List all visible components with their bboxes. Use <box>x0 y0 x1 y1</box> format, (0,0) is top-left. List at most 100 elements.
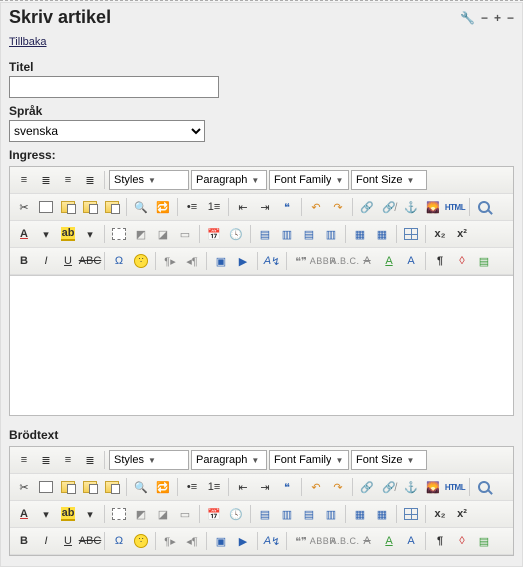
styleprops-icon[interactable]: A↯ <box>262 251 282 271</box>
html-icon[interactable]: HTML <box>445 197 465 217</box>
align-center-icon[interactable]: ≣ <box>36 450 56 470</box>
paste-text-icon[interactable] <box>80 477 100 497</box>
copy-icon[interactable] <box>36 477 56 497</box>
expand-icon[interactable]: + <box>494 11 501 25</box>
forecolor-more-icon[interactable]: ▾ <box>36 504 56 524</box>
insert-layer-icon[interactable] <box>109 224 129 244</box>
attribs-icon[interactable]: A <box>401 531 421 551</box>
ins-icon[interactable]: A <box>379 251 399 271</box>
preview-icon[interactable] <box>474 197 494 217</box>
forecolor-icon[interactable]: A <box>14 224 34 244</box>
charmap-icon[interactable]: Ω <box>109 531 129 551</box>
layer-abs-icon[interactable]: ▭ <box>175 224 195 244</box>
italic-icon[interactable]: I <box>36 251 56 271</box>
insert-col-icon[interactable]: ▥ <box>277 504 297 524</box>
html-icon[interactable]: HTML <box>445 477 465 497</box>
template-icon[interactable]: ▤ <box>474 531 494 551</box>
copy-icon[interactable] <box>36 197 56 217</box>
media-icon[interactable]: ▶ <box>233 531 253 551</box>
merge-cells-icon[interactable]: ▦ <box>350 224 370 244</box>
undo-icon[interactable]: ↶ <box>306 197 326 217</box>
outdent-icon[interactable]: ⇤ <box>233 477 253 497</box>
cut-icon[interactable]: ✂ <box>14 197 34 217</box>
insert-time-icon[interactable]: 🕓 <box>226 224 246 244</box>
acronym-icon[interactable]: A.B.C. <box>335 531 355 551</box>
undo-icon[interactable]: ↶ <box>306 477 326 497</box>
preview-icon[interactable] <box>474 477 494 497</box>
visualchars-icon[interactable]: ¶ <box>430 251 450 271</box>
italic-icon[interactable]: I <box>36 531 56 551</box>
insert-row-icon[interactable]: ▤ <box>255 504 275 524</box>
acronym-icon[interactable]: A.B.C. <box>335 251 355 271</box>
styleprops-icon[interactable]: A↯ <box>262 531 282 551</box>
blockquote-icon[interactable]: ❝ <box>277 197 297 217</box>
insert-col-icon[interactable]: ▥ <box>277 224 297 244</box>
paste-word-icon[interactable] <box>102 197 122 217</box>
font-size-dropdown[interactable]: Font Size▼ <box>351 170 427 190</box>
backcolor-icon[interactable]: ab <box>58 504 78 524</box>
align-left-icon[interactable]: ≡ <box>14 450 34 470</box>
del-icon[interactable]: A <box>357 531 377 551</box>
cite-icon[interactable]: ❝❞ <box>291 531 311 551</box>
cite-icon[interactable]: ❝❞ <box>291 251 311 271</box>
font-family-dropdown[interactable]: Font Family▼ <box>269 170 349 190</box>
nbsp-icon[interactable]: ◊ <box>452 531 472 551</box>
number-list-icon[interactable]: 1≡ <box>204 477 224 497</box>
delete-col-icon[interactable]: ▥ <box>321 504 341 524</box>
template-icon[interactable]: ▤ <box>474 251 494 271</box>
cut-icon[interactable]: ✂ <box>14 477 34 497</box>
subscript-icon[interactable]: x₂ <box>430 504 450 524</box>
unlink-icon[interactable]: 🔗̸ <box>379 477 399 497</box>
delete-row-icon[interactable]: ▤ <box>299 504 319 524</box>
replace-icon[interactable]: 🔁 <box>153 197 173 217</box>
ltr-icon[interactable]: ¶▸ <box>160 251 180 271</box>
charmap-icon[interactable]: Ω <box>109 251 129 271</box>
styles-dropdown[interactable]: Styles▼ <box>109 450 189 470</box>
rtl-icon[interactable]: ◂¶ <box>182 531 202 551</box>
superscript-icon[interactable]: x² <box>452 224 472 244</box>
paste-word-icon[interactable] <box>102 477 122 497</box>
delete-col-icon[interactable]: ▥ <box>321 224 341 244</box>
backcolor-icon[interactable]: ab <box>58 224 78 244</box>
backcolor-more-icon[interactable]: ▾ <box>80 224 100 244</box>
align-center-icon[interactable]: ≣ <box>36 170 56 190</box>
find-icon[interactable]: 🔍 <box>131 477 151 497</box>
del-icon[interactable]: A <box>357 251 377 271</box>
back-link[interactable]: Tillbaka <box>9 36 47 48</box>
abbr-icon[interactable]: ABBR <box>313 531 333 551</box>
anchor-icon[interactable]: ⚓ <box>401 477 421 497</box>
font-family-dropdown[interactable]: Font Family▼ <box>269 450 349 470</box>
merge-cells-icon[interactable]: ▦ <box>350 504 370 524</box>
bold-icon[interactable]: B <box>14 251 34 271</box>
layer-backward-icon[interactable]: ◪ <box>153 224 173 244</box>
wrench-icon[interactable]: 🔧 <box>460 11 475 25</box>
strike-icon[interactable]: ABC <box>80 531 100 551</box>
table-icon[interactable] <box>401 224 421 244</box>
find-icon[interactable]: 🔍 <box>131 197 151 217</box>
bullet-list-icon[interactable]: •≡ <box>182 477 202 497</box>
paragraph-dropdown[interactable]: Paragraph▼ <box>191 170 267 190</box>
split-cells-icon[interactable]: ▦ <box>372 224 392 244</box>
superscript-icon[interactable]: x² <box>452 504 472 524</box>
font-size-dropdown[interactable]: Font Size▼ <box>351 450 427 470</box>
bullet-list-icon[interactable]: •≡ <box>182 197 202 217</box>
emoticon-icon[interactable]: ∵ <box>131 251 151 271</box>
styles-dropdown[interactable]: Styles▼ <box>109 170 189 190</box>
paste-text-icon[interactable] <box>80 197 100 217</box>
paragraph-dropdown[interactable]: Paragraph▼ <box>191 450 267 470</box>
subscript-icon[interactable]: x₂ <box>430 224 450 244</box>
table-icon[interactable] <box>401 504 421 524</box>
insert-date-icon[interactable]: 📅 <box>204 224 224 244</box>
ins-icon[interactable]: A <box>379 531 399 551</box>
forecolor-more-icon[interactable]: ▾ <box>36 224 56 244</box>
number-list-icon[interactable]: 1≡ <box>204 197 224 217</box>
paste-icon[interactable] <box>58 197 78 217</box>
visualchars-icon[interactable]: ¶ <box>430 531 450 551</box>
forecolor-icon[interactable]: A <box>14 504 34 524</box>
image-icon[interactable]: 🌄 <box>423 197 443 217</box>
replace-icon[interactable]: 🔁 <box>153 477 173 497</box>
underline-icon[interactable]: U <box>58 531 78 551</box>
align-right-icon[interactable]: ≡ <box>58 450 78 470</box>
unlink-icon[interactable]: 🔗̸ <box>379 197 399 217</box>
ltr-icon[interactable]: ¶▸ <box>160 531 180 551</box>
